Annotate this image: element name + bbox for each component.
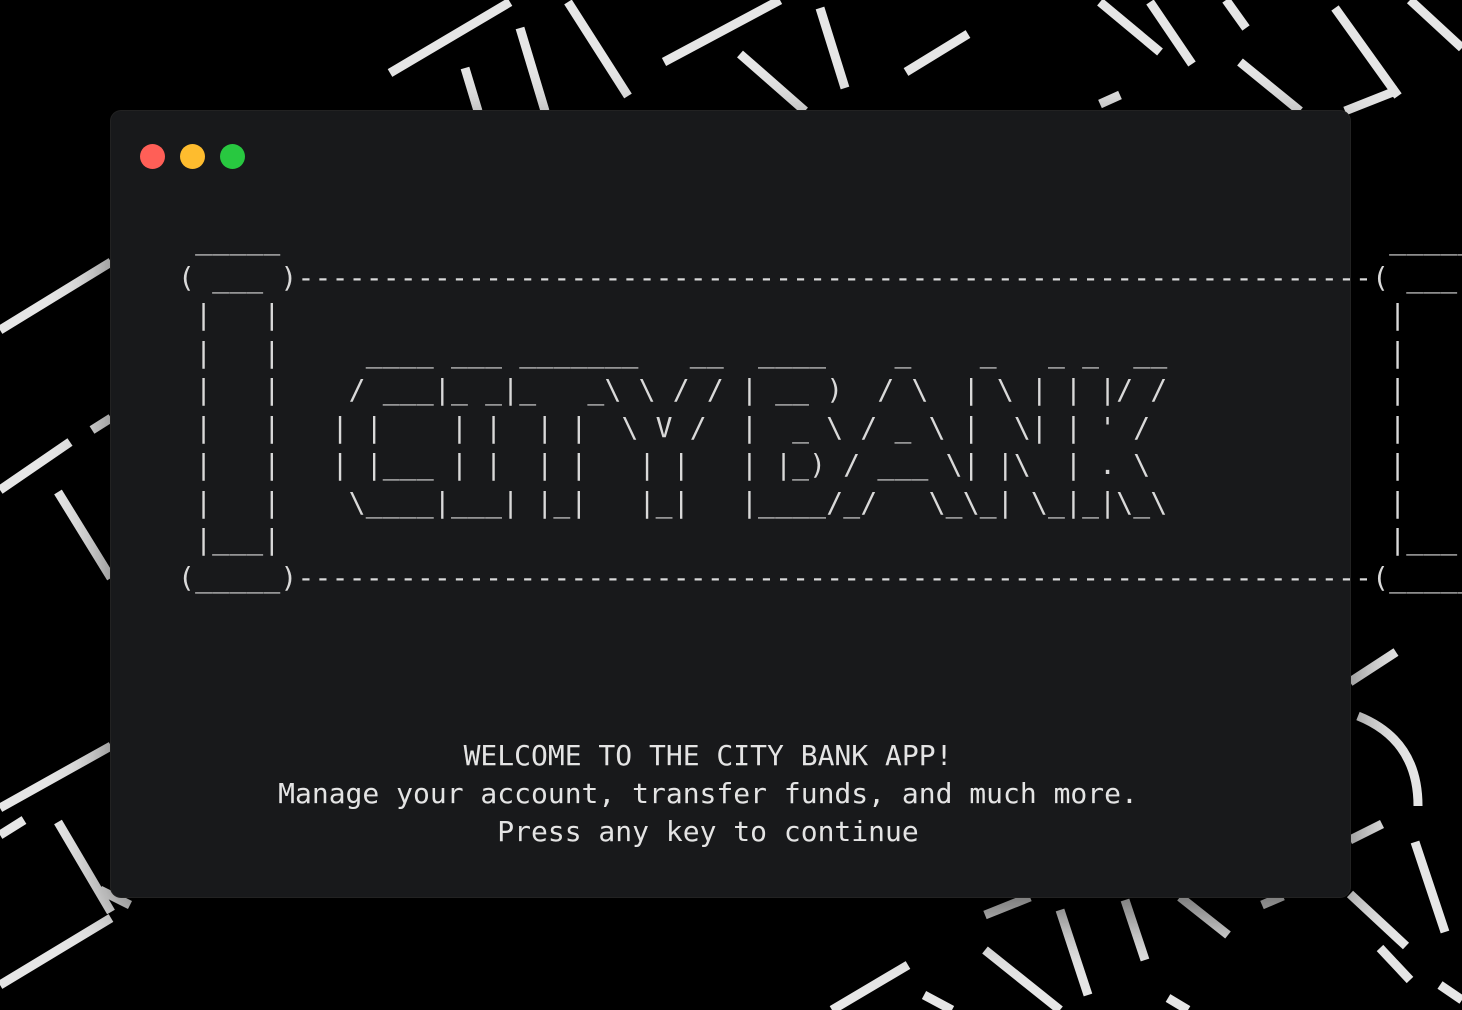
zoom-button[interactable] [220, 144, 245, 169]
welcome-tagline: Manage your account, transfer funds, and… [278, 777, 1138, 810]
welcome-title: WELCOME TO THE CITY BANK APP! [463, 739, 953, 772]
window-controls [140, 144, 245, 169]
terminal-output[interactable]: _____ _____ ( ___ )---------------------… [111, 221, 1462, 848]
minimize-button[interactable] [180, 144, 205, 169]
city-bank-ascii-banner: _____ _____ ( ___ )---------------------… [178, 223, 1462, 594]
terminal-window: _____ _____ ( ___ )---------------------… [111, 111, 1462, 897]
close-button[interactable] [140, 144, 165, 169]
welcome-message: WELCOME TO THE CITY BANK APP! Manage you… [111, 737, 1305, 851]
continue-prompt: Press any key to continue [497, 815, 919, 848]
